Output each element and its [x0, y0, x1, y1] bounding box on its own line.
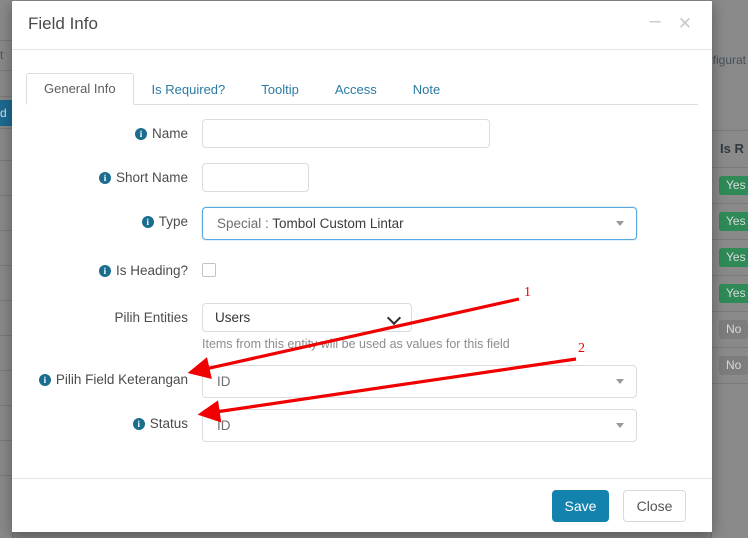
background-table-header: Is R [712, 130, 748, 168]
field-info-dialog: Field Info – ✕ General Info Is Required?… [12, 1, 712, 532]
status-badge: Yes [719, 212, 748, 231]
dialog-title: Field Info [28, 14, 98, 33]
label-name-text: Name [151, 126, 188, 141]
close-icon[interactable]: ✕ [672, 11, 698, 37]
background-breadcrumb: figurat [712, 53, 746, 67]
status-select-value: ID [217, 418, 231, 433]
table-row: No [712, 312, 748, 348]
tab-note[interactable]: Note [395, 74, 458, 105]
background-left-text: t [0, 48, 4, 62]
label-status: i Status [12, 409, 202, 439]
minimize-icon[interactable]: – [642, 11, 668, 37]
pilih-entities-value: Users [215, 310, 251, 325]
form-row-pilih-entities: Pilih Entities Users Items from this ent… [12, 303, 712, 351]
pilih-entities-helper-text: Items from this entity will be used as v… [202, 337, 510, 351]
table-row: Yes [712, 168, 748, 204]
status-badge: Yes [719, 176, 748, 195]
save-button[interactable]: Save [552, 490, 609, 522]
label-name: i Name [12, 119, 202, 149]
status-badge: Yes [719, 248, 748, 267]
chevron-down-icon [386, 310, 402, 326]
form-row-pilih-field-keterangan: i Pilih Field Keterangan ID [12, 365, 712, 398]
control-status: ID [202, 409, 712, 442]
close-button[interactable]: Close [623, 490, 686, 522]
tab-is-required[interactable]: Is Required? [134, 74, 244, 105]
type-select-value: Tombol Custom Lintar [272, 216, 404, 231]
label-pilih-field-keterangan-text: Pilih Field Keterangan [55, 372, 188, 387]
chevron-down-icon [616, 379, 624, 384]
info-icon[interactable]: i [38, 374, 51, 386]
form-row-name: i Name [12, 119, 712, 149]
info-icon[interactable]: i [98, 172, 111, 184]
background-table: Is R Yes Yes Yes Yes No No [712, 130, 748, 384]
general-info-form: i Name i Short Name i Type Special: Tom… [12, 119, 712, 442]
tab-access[interactable]: Access [317, 74, 395, 105]
chevron-down-icon [616, 221, 624, 226]
label-type-text: Type [158, 214, 188, 229]
background-right-column: figurat Is R Yes Yes Yes Yes No No [711, 0, 748, 538]
tab-general-info[interactable]: General Info [26, 73, 134, 105]
status-badge: Yes [719, 284, 748, 303]
type-select[interactable]: Special : Tombol Custom Lintar [202, 207, 637, 240]
info-icon[interactable]: i [132, 418, 145, 430]
form-row-type: i Type Special : Tombol Custom Lintar [12, 207, 712, 240]
label-status-text: Status [149, 416, 188, 431]
status-select[interactable]: ID [202, 409, 637, 442]
control-short-name [202, 163, 712, 192]
status-badge: No [719, 320, 748, 339]
label-is-heading: i Is Heading? [12, 256, 202, 286]
label-pilih-field-keterangan: i Pilih Field Keterangan [12, 365, 202, 395]
short-name-input[interactable] [202, 163, 309, 192]
tab-tooltip[interactable]: Tooltip [243, 74, 317, 105]
control-is-heading [202, 256, 712, 277]
is-heading-checkbox[interactable] [202, 263, 216, 277]
pilih-field-keterangan-value: ID [217, 374, 231, 389]
type-select-prefix: Special : [217, 216, 269, 231]
label-short-name: i Short Name [12, 163, 202, 193]
control-type: Special : Tombol Custom Lintar [202, 207, 712, 240]
label-type: i Type [12, 207, 202, 237]
name-input[interactable] [202, 119, 490, 148]
label-is-heading-text: Is Heading? [115, 263, 188, 278]
pilih-entities-select[interactable]: Users [202, 303, 412, 332]
control-name [202, 119, 712, 148]
form-row-status: i Status ID [12, 409, 712, 442]
chevron-down-icon [616, 423, 624, 428]
label-pilih-entities: Pilih Entities [114, 310, 188, 325]
dialog-footer: Save Close [12, 478, 712, 532]
form-row-short-name: i Short Name [12, 163, 712, 193]
table-row: Yes [712, 240, 748, 276]
tab-bar: General Info Is Required? Tooltip Access… [26, 72, 698, 105]
status-badge: No [719, 356, 748, 375]
table-row: No [712, 348, 748, 384]
background-left-active-row: d [0, 100, 12, 126]
info-icon[interactable]: i [98, 265, 111, 277]
label-short-name-text: Short Name [115, 170, 188, 185]
table-row: Yes [712, 204, 748, 240]
table-row: Yes [712, 276, 748, 312]
pilih-field-keterangan-select[interactable]: ID [202, 365, 637, 398]
info-icon[interactable]: i [134, 128, 147, 140]
form-row-is-heading: i Is Heading? [12, 256, 712, 286]
info-icon[interactable]: i [141, 216, 154, 228]
dialog-header: Field Info – ✕ [12, 1, 712, 50]
control-pilih-entities: Users Items from this entity will be use… [202, 303, 712, 351]
control-pilih-field-keterangan: ID [202, 365, 712, 398]
dialog-body: General Info Is Required? Tooltip Access… [12, 72, 712, 502]
